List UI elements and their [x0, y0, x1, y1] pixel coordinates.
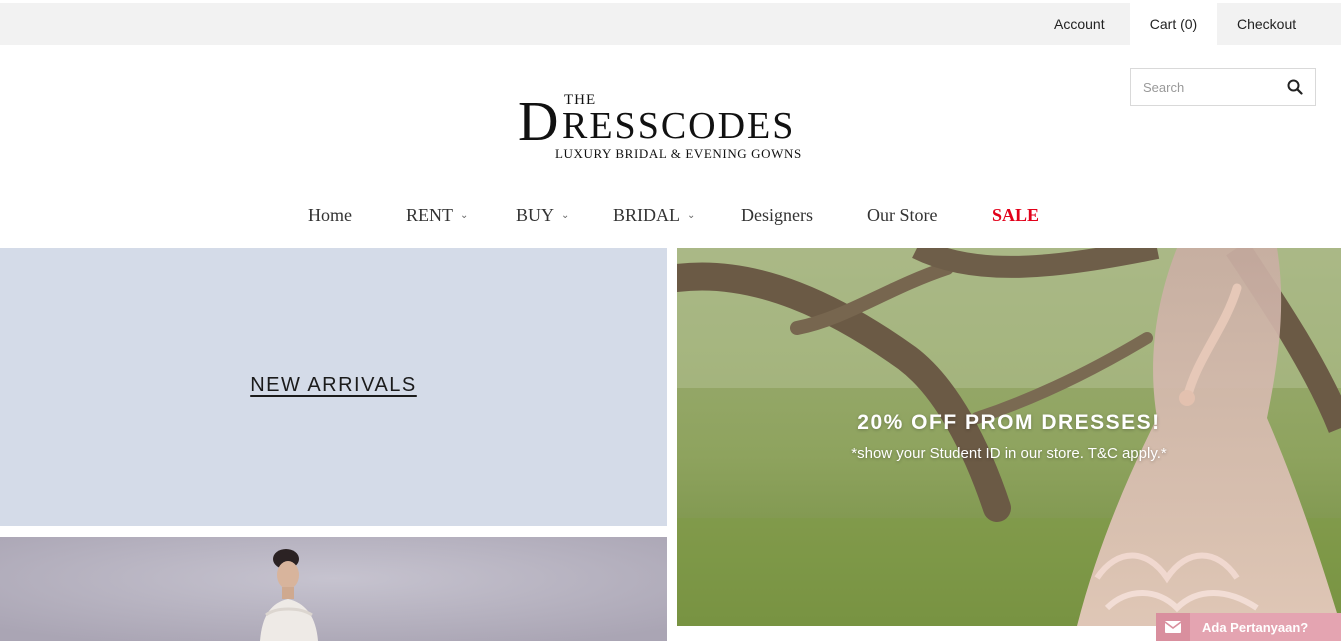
bridal-image-tile[interactable] — [0, 537, 667, 641]
chevron-down-icon: ⌄ — [687, 210, 696, 222]
hero-photo — [677, 248, 1341, 626]
nav-rent[interactable]: RENT ⌄ — [406, 205, 468, 226]
chevron-down-icon: ⌄ — [561, 210, 570, 222]
chevron-down-icon: ⌄ — [460, 210, 469, 222]
top-utility-bar: Account Cart (0) Checkout — [0, 3, 1341, 45]
envelope-icon — [1156, 613, 1190, 641]
logo-tagline: LUXURY BRIDAL & EVENING GOWNS — [555, 146, 802, 161]
main-navigation: Home RENT ⌄ BUY ⌄ BRIDAL ⌄ Designers Our St… — [0, 205, 1341, 237]
promo-headline: 20% OFF PROM DRESSES! — [857, 411, 1161, 434]
search-input[interactable] — [1131, 69, 1281, 105]
site-logo[interactable]: THE D RESSCODES LUXURY BRIDAL & EVENING … — [518, 90, 830, 162]
new-arrivals-link[interactable]: NEW ARRIVALS — [0, 374, 667, 397]
nav-our-store[interactable]: Our Store — [867, 205, 938, 226]
logo-initial: D — [518, 91, 559, 153]
nav-home[interactable]: Home — [308, 205, 352, 226]
chat-widget[interactable]: Ada Pertanyaan? — [1156, 613, 1341, 641]
nav-bridal[interactable]: BRIDAL ⌄ — [613, 205, 695, 226]
promo-subtext: *show your Student ID in our store. T&C … — [851, 445, 1167, 462]
search-icon[interactable] — [1287, 79, 1303, 95]
nav-buy[interactable]: BUY ⌄ — [516, 205, 569, 226]
logo-wordmark: RESSCODES — [562, 105, 796, 147]
new-arrivals-tile[interactable]: NEW ARRIVALS — [0, 248, 667, 526]
checkout-link[interactable]: Checkout — [1237, 3, 1296, 45]
account-link[interactable]: Account — [1054, 3, 1105, 45]
chat-label: Ada Pertanyaan? — [1202, 620, 1309, 635]
nav-sale[interactable]: SALE — [992, 205, 1039, 226]
bride-photo — [0, 537, 667, 641]
nav-designers[interactable]: Designers — [741, 205, 813, 226]
prom-promo-banner[interactable]: 20% OFF PROM DRESSES! *show your Student… — [677, 248, 1341, 626]
cart-link[interactable]: Cart (0) — [1130, 3, 1217, 45]
search-box — [1130, 68, 1316, 106]
